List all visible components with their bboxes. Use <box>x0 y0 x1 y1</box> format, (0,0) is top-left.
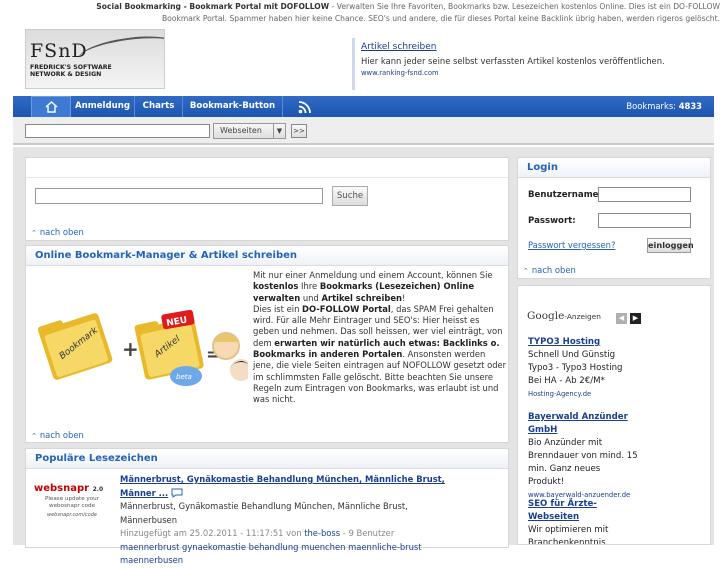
search-input[interactable] <box>25 124 210 138</box>
google-ad[interactable]: TYPO3 Hosting Schnell Und Günstig Typo3 … <box>528 336 638 401</box>
login-button[interactable]: einloggen <box>647 238 694 253</box>
popular-bookmarks-panel: Populäre Lesezeichen websnapr 2.0 Please… <box>25 448 509 565</box>
main-search-input[interactable] <box>35 188 323 204</box>
main-nav: Anmeldung Charts Bookmark-Button Bookmar… <box>13 96 714 117</box>
main-search-panel: Suche ⌃ nach oben <box>25 157 509 241</box>
bookmark-manager-panel: Online Bookmark-Manager & Artikel schrei… <box>25 245 509 443</box>
nach-oben-link[interactable]: ⌃ nach oben <box>523 265 576 275</box>
bookmark-artikel-graphic: Bookmark + Artikel NEU beta = <box>38 309 248 386</box>
google-ad[interactable]: SEO für Ärzte-Webseiten Wir optimieren m… <box>528 498 638 544</box>
site-logo[interactable]: FSnD FREDRICK'S SOFTWARE NETWORK & DESIGN <box>25 29 165 89</box>
site-description: Social Bookmarking - Bookmark Portal mit… <box>96 2 720 23</box>
login-panel: Login Benutzername: Passwort: Passwort v… <box>517 157 711 279</box>
nav-anmeldung[interactable]: Anmeldung <box>71 96 135 117</box>
top-ad-desc: Hier kann jeder seine selbst verfassten … <box>361 56 665 77</box>
login-heading: Login <box>518 158 710 178</box>
svg-text:+: + <box>122 337 139 361</box>
websnapr-thumbnail[interactable]: websnapr 2.0 Please update your webosnap… <box>34 483 110 543</box>
search-go-button[interactable]: >> <box>291 124 307 138</box>
page-header: Social Bookmarking - Bookmark Portal mit… <box>0 0 727 96</box>
chevron-up-icon: ⌃ <box>31 432 37 440</box>
bookmark-user-link[interactable]: the-boss <box>304 528 340 538</box>
popular-heading: Populäre Lesezeichen <box>26 449 508 469</box>
svg-text:beta: beta <box>176 373 192 381</box>
ads-next-icon[interactable]: ▶ <box>630 313 641 324</box>
nav-charts[interactable]: Charts <box>135 96 183 117</box>
comment-icon[interactable] <box>171 488 183 498</box>
google-ad[interactable]: Bayerwald Anzünder GmbH Bio Anzünder mit… <box>528 411 638 502</box>
logo-text: FSnD <box>30 40 88 62</box>
chevron-up-icon: ⌃ <box>523 267 529 275</box>
bookmark-manager-heading: Online Bookmark-Manager & Artikel schrei… <box>26 246 508 266</box>
main-search-button[interactable]: Suche <box>332 186 368 206</box>
top-ad: Artikel schreiben Hier kann jeder seine … <box>352 38 700 90</box>
nav-rss[interactable] <box>290 96 320 117</box>
rss-icon <box>298 101 311 114</box>
bookmark-count: Bookmarks: 4833 <box>626 101 702 111</box>
google-ads-panel: Google-Anzeigen ◀ ▶ TYPO3 Hosting Schnel… <box>517 285 711 545</box>
forgot-password-link[interactable]: Passwort vergessen? <box>528 240 615 250</box>
home-icon <box>45 101 58 113</box>
search-bar: Webseiten ▼ >> <box>13 117 714 145</box>
password-input[interactable] <box>598 213 691 228</box>
search-type-select[interactable]: Webseiten ▼ <box>213 123 286 139</box>
bookmark-entry: Männerbrust, Gynäkomastie Behandlung Mün… <box>120 473 466 568</box>
top-ad-link[interactable]: Artikel schreiben <box>361 42 437 52</box>
bookmark-desc: Männerbrust, Gynäkomastie Behandlung Mün… <box>120 501 408 525</box>
chevron-up-icon: ⌃ <box>31 229 37 237</box>
username-input[interactable] <box>598 187 691 202</box>
bookmark-meta: Hinzugefügt am 25.02.2011 - 11:17:51 von… <box>120 528 395 538</box>
nach-oben-link[interactable]: ⌃ nach oben <box>31 227 84 237</box>
bookmark-title-link[interactable]: Männerbrust, Gynäkomastie Behandlung Mün… <box>120 474 445 498</box>
password-label: Passwort: <box>528 216 576 226</box>
chevron-down-icon: ▼ <box>273 124 285 138</box>
ads-prev-icon[interactable]: ◀ <box>616 313 627 324</box>
nav-bookmark-button[interactable]: Bookmark-Button <box>183 96 283 117</box>
google-ads-label: Google-Anzeigen <box>527 310 601 322</box>
username-label: Benutzername: <box>528 190 602 200</box>
nach-oben-link[interactable]: ⌃ nach oben <box>31 430 84 440</box>
nav-home[interactable] <box>31 96 71 117</box>
bookmark-manager-text: Mit nur einer Anmeldung und einem Accoun… <box>253 270 507 405</box>
